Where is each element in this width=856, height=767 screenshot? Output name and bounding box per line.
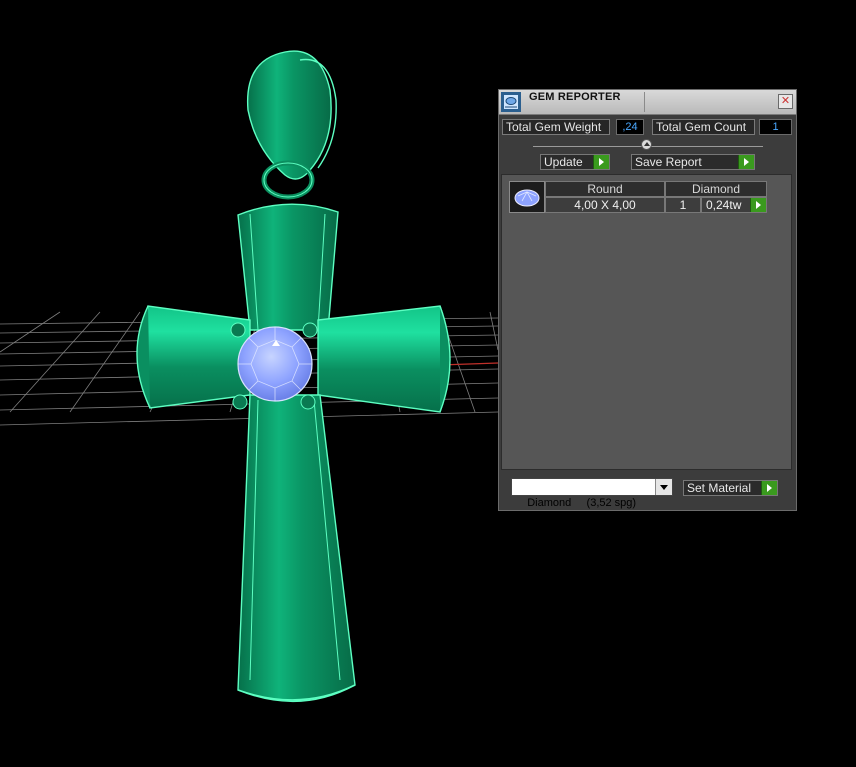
gem-weight-value: 0,24tw xyxy=(706,198,742,212)
play-arrow-icon[interactable] xyxy=(750,198,766,212)
gem-reporter-app-icon xyxy=(501,92,521,112)
total-gem-weight-value: ,24 xyxy=(616,119,644,135)
gem-material-header: Diamond xyxy=(665,181,767,197)
gem-thumbnail xyxy=(509,181,545,213)
gem-weight-cell[interactable]: 0,24tw xyxy=(701,197,767,213)
play-arrow-icon xyxy=(738,155,754,169)
play-arrow-icon xyxy=(761,481,777,495)
play-arrow-icon xyxy=(593,155,609,169)
set-material-button[interactable]: Set Material xyxy=(683,480,778,496)
dropdown-arrow-icon[interactable] xyxy=(655,479,672,495)
title-divider xyxy=(644,92,645,112)
total-gem-weight-label: Total Gem Weight xyxy=(502,119,610,135)
title-bar[interactable]: GEM REPORTER ✕ xyxy=(499,90,796,115)
round-diamond-gem[interactable] xyxy=(237,326,313,402)
window-title: GEM REPORTER xyxy=(529,91,621,103)
material-select-value: Diamond (3,52 spg) xyxy=(527,497,637,509)
total-gem-count-value: 1 xyxy=(759,119,792,135)
save-report-button-label: Save Report xyxy=(635,155,702,169)
set-material-button-label: Set Material xyxy=(687,481,752,495)
update-button-label: Update xyxy=(544,155,583,169)
save-report-button[interactable]: Save Report xyxy=(631,154,755,170)
gem-shape-header: Round xyxy=(545,181,665,197)
close-icon[interactable]: ✕ xyxy=(778,94,793,109)
gem-list[interactable]: Round Diamond 4,00 X 4,00 1 0,24tw xyxy=(501,174,792,470)
material-select[interactable]: Diamond (3,52 spg) xyxy=(511,478,673,509)
total-gem-count-label: Total Gem Count xyxy=(652,119,755,135)
gem-reporter-panel: GEM REPORTER ✕ Total Gem Weight ,24 Tota… xyxy=(498,89,797,511)
gem-count-cell: 1 xyxy=(665,197,701,213)
gem-size-cell: 4,00 X 4,00 xyxy=(545,197,665,213)
slider-knob[interactable] xyxy=(641,139,652,150)
update-button[interactable]: Update xyxy=(540,154,610,170)
